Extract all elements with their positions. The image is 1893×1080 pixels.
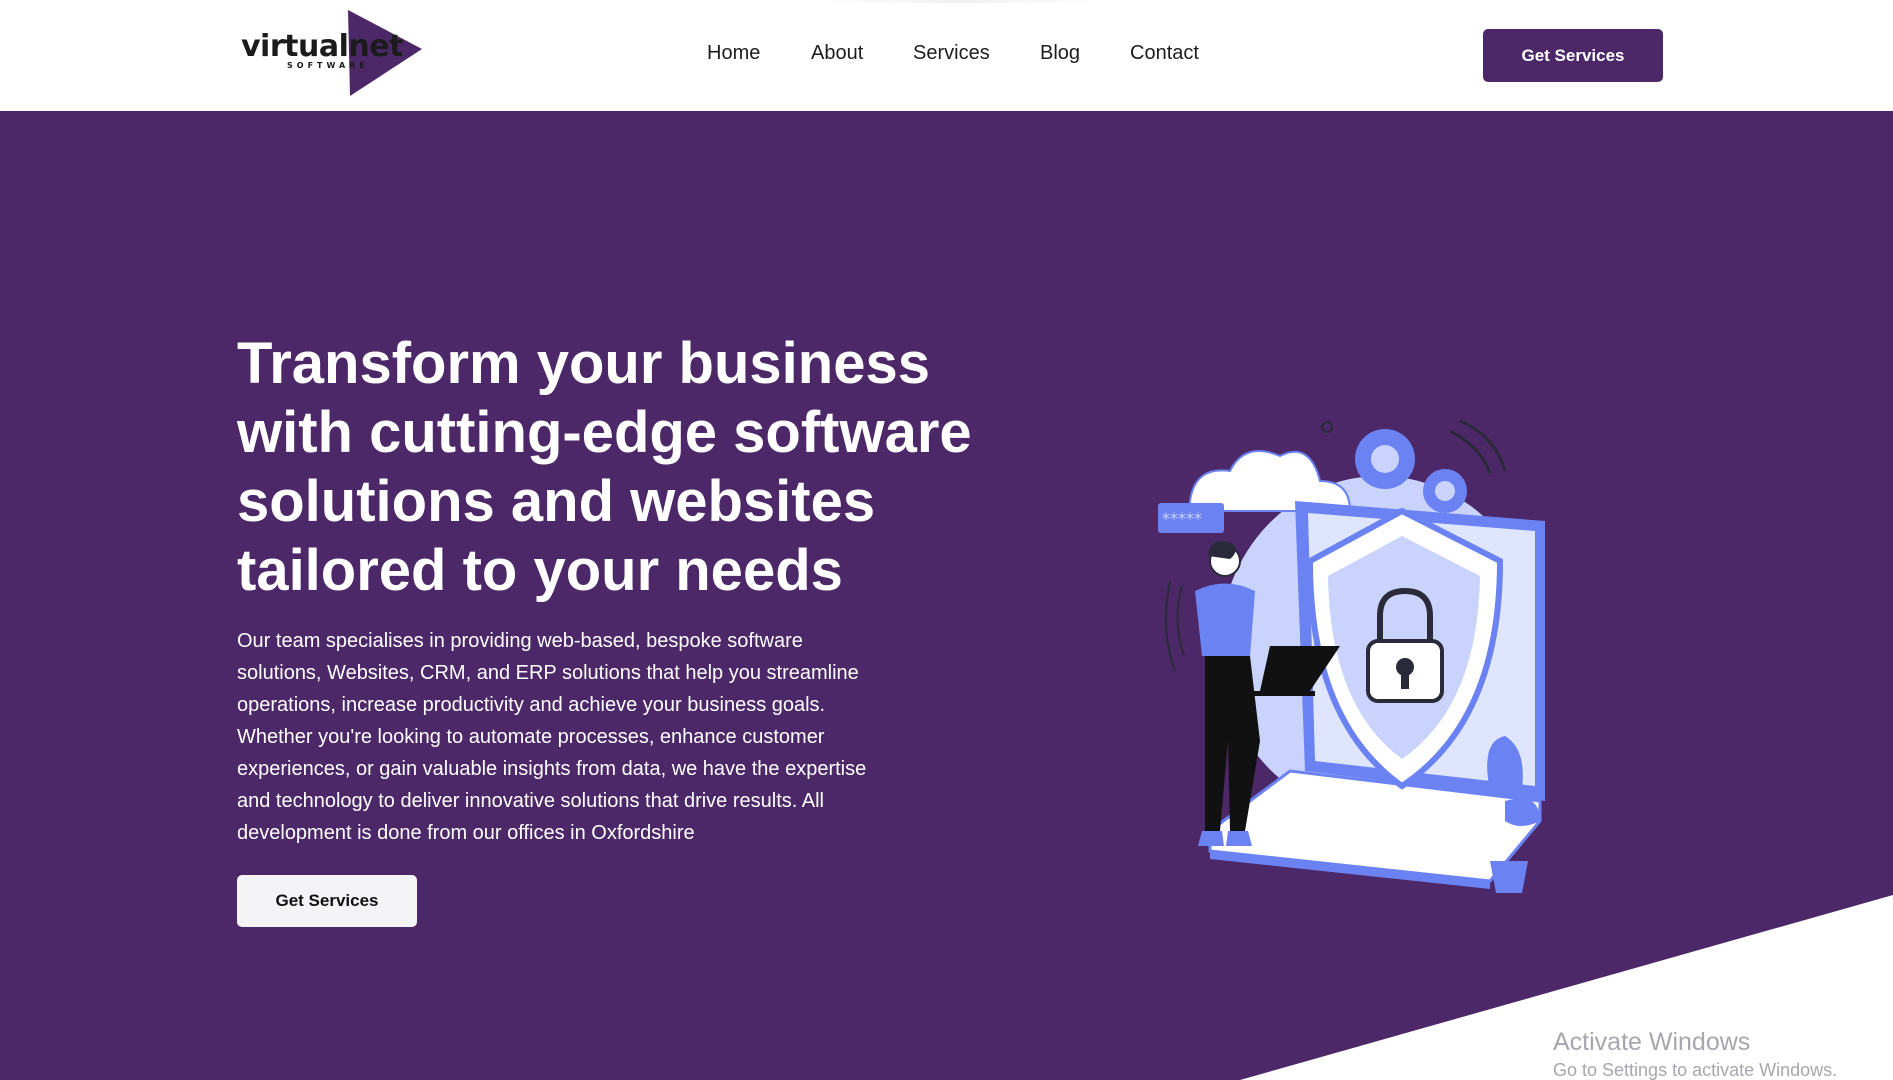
logo-wordmark: virtualnet: [241, 29, 403, 64]
watermark-title: Activate Windows: [1553, 1028, 1751, 1056]
watermark-subtitle: Go to Settings to activate Windows.: [1553, 1060, 1838, 1080]
logo[interactable]: virtualnet SOFTWARE: [240, 8, 430, 98]
nav-contact[interactable]: Contact: [1130, 42, 1199, 65]
nav-home[interactable]: Home: [707, 42, 760, 65]
logo-mark: virtualnet SOFTWARE: [241, 10, 422, 96]
security-illustration-art: *****: [1158, 419, 1545, 893]
hero-title: Transform your business with cutting-edg…: [237, 331, 972, 603]
site-header: virtualnet SOFTWARE Home About Services …: [0, 0, 1893, 111]
nav-blog[interactable]: Blog: [1040, 42, 1080, 65]
nav-about[interactable]: About: [811, 42, 863, 65]
windows-activation-watermark: Activate Windows Go to Settings to activ…: [1553, 1026, 1837, 1080]
hero-get-services-button[interactable]: Get Services: [237, 875, 417, 927]
hero-section: Transform your business with cutting-edg…: [0, 111, 1893, 1080]
security-illustration: *****: [1150, 411, 1560, 931]
hero-description: Our team specialises in providing web-ba…: [237, 630, 867, 844]
header-decoration: [820, 0, 1100, 3]
logo-tagline: SOFTWARE: [287, 61, 369, 70]
rating-stars: *****: [1162, 509, 1202, 528]
rating-badge: *****: [1158, 503, 1224, 533]
nav-services[interactable]: Services: [913, 42, 990, 65]
header-get-services-button[interactable]: Get Services: [1483, 29, 1663, 82]
